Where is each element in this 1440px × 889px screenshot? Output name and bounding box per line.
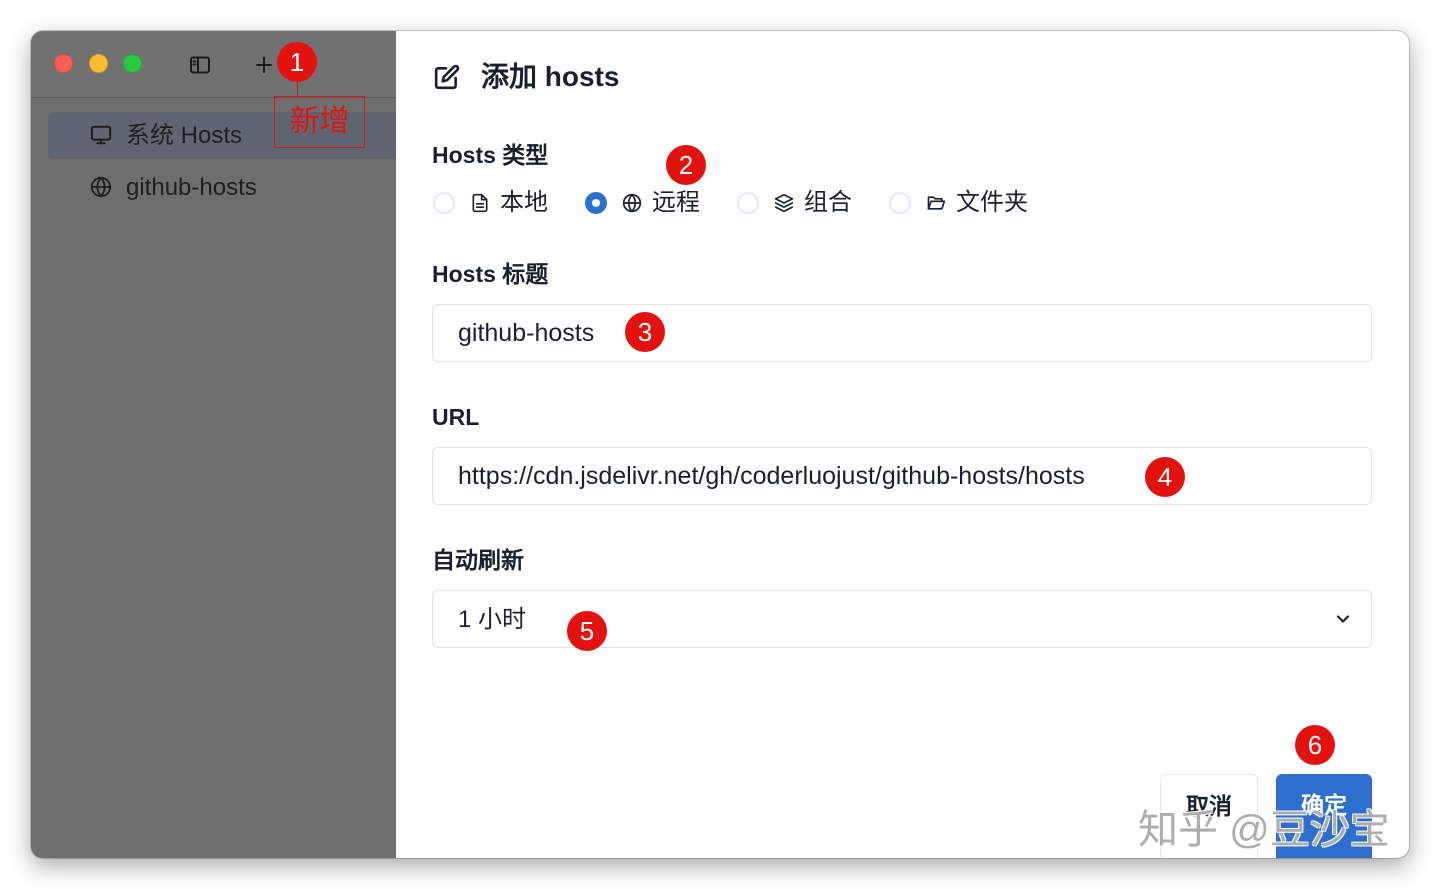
radio-group[interactable]	[737, 192, 759, 214]
annotation-marker-5: 5	[567, 611, 607, 651]
file-icon	[472, 193, 488, 213]
window-minimize-button[interactable]	[89, 54, 108, 73]
sidebar-item-label: github-hosts	[126, 174, 257, 201]
type-option-label: 组合	[804, 189, 852, 216]
type-option-local[interactable]: 本地	[433, 187, 573, 219]
type-option-remote[interactable]: 远程	[585, 187, 725, 219]
plus-icon	[256, 57, 272, 73]
radio-local[interactable]	[433, 192, 455, 214]
type-option-group[interactable]: 组合	[737, 187, 877, 219]
watermark: 知乎 @豆沙宝	[1138, 808, 1390, 852]
window-zoom-button[interactable]	[123, 54, 142, 73]
app-window: 系统 Hosts github-hosts 1 新增 添加 hosts Host…	[31, 31, 1409, 858]
annotation-marker-3: 3	[625, 312, 665, 352]
sidebar-item-github-hosts[interactable]: github-hosts	[48, 164, 396, 211]
url-label: URL	[432, 404, 480, 430]
layers-icon	[774, 193, 794, 213]
hosts-type-label: Hosts 类型	[432, 142, 549, 168]
dialog-title: 添加 hosts	[481, 61, 620, 92]
annotation-add-callout: 新增	[274, 96, 365, 148]
type-option-folder[interactable]: 文件夹	[889, 187, 1029, 219]
annotation-connector-line	[297, 82, 298, 96]
type-option-label: 本地	[500, 189, 548, 216]
radio-remote[interactable]	[585, 192, 607, 214]
globe-icon	[90, 176, 112, 198]
sidebar: 系统 Hosts github-hosts 1 新增	[31, 31, 396, 858]
sidebar-item-label: 系统 Hosts	[126, 122, 243, 149]
hosts-title-label: Hosts 标题	[432, 261, 549, 287]
annotation-marker-6: 6	[1295, 725, 1335, 765]
type-option-label: 文件夹	[956, 189, 1028, 216]
annotation-marker-4: 4	[1145, 457, 1185, 497]
annotation-marker-2: 2	[666, 145, 706, 185]
auto-refresh-label: 自动刷新	[432, 547, 524, 573]
url-input[interactable]	[432, 447, 1372, 505]
toggle-sidebar-button[interactable]	[188, 53, 212, 77]
auto-refresh-value: 1 小时	[458, 606, 527, 633]
folder-icon	[927, 196, 946, 210]
sidebar-icon	[190, 56, 210, 74]
monitor-icon	[90, 125, 112, 145]
title-bar	[31, 31, 396, 98]
type-option-label: 远程	[652, 189, 700, 216]
radio-folder[interactable]	[889, 192, 911, 214]
globe-icon	[622, 193, 642, 213]
annotation-marker-1: 1	[277, 42, 317, 82]
hosts-title-input[interactable]	[432, 304, 1372, 362]
add-hosts-button[interactable]	[252, 53, 276, 77]
add-hosts-dialog: 添加 hosts Hosts 类型 本地 远程 组合 文件夹 Hosts 标题 …	[396, 31, 1409, 858]
chevron-down-icon	[1336, 615, 1350, 623]
window-close-button[interactable]	[54, 54, 73, 73]
edit-icon	[434, 64, 460, 90]
